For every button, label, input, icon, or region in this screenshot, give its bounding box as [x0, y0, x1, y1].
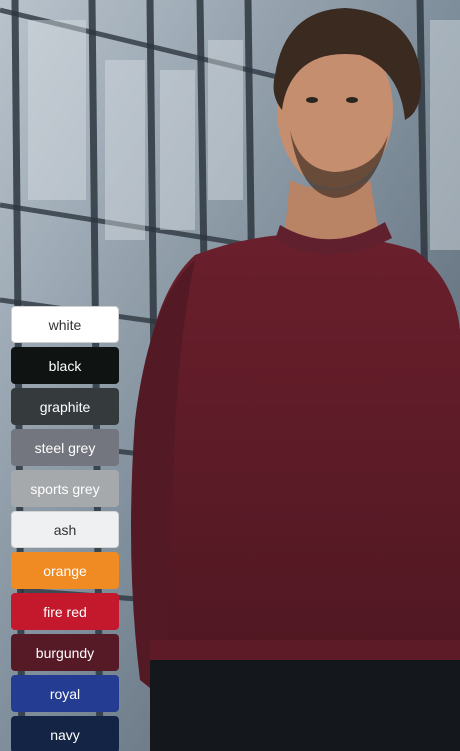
- product-photo: white black graphite steel grey sports grey a…: [0, 0, 460, 751]
- color-swatch-label: orange: [43, 562, 87, 579]
- color-swatch-label: graphite: [39, 398, 91, 415]
- color-swatch-royal[interactable]: royal: [11, 675, 119, 712]
- color-swatch-label: ash: [53, 521, 77, 538]
- color-swatch-label: black: [48, 357, 82, 374]
- color-swatch-label: sports grey: [30, 480, 100, 497]
- color-swatch-label: fire red: [43, 603, 87, 620]
- color-swatch-sports-grey[interactable]: sports grey: [11, 470, 119, 507]
- color-swatch-label: navy: [50, 726, 80, 743]
- color-swatch-label: white: [48, 316, 82, 333]
- color-swatch-list: white black graphite steel grey sports grey a…: [11, 306, 119, 751]
- color-swatch-graphite[interactable]: graphite: [11, 388, 119, 425]
- color-swatch-navy[interactable]: navy: [11, 716, 119, 751]
- color-swatch-orange[interactable]: orange: [11, 552, 119, 589]
- color-swatch-label: steel grey: [34, 439, 96, 456]
- color-swatch-label: royal: [49, 685, 81, 702]
- color-swatch-fire-red[interactable]: fire red: [11, 593, 119, 630]
- color-swatch-ash[interactable]: ash: [11, 511, 119, 548]
- color-swatch-burgundy[interactable]: burgundy: [11, 634, 119, 671]
- color-swatch-label: burgundy: [35, 644, 95, 661]
- color-swatch-steel-grey[interactable]: steel grey: [11, 429, 119, 466]
- color-swatch-black[interactable]: black: [11, 347, 119, 384]
- color-swatch-white[interactable]: white: [11, 306, 119, 343]
